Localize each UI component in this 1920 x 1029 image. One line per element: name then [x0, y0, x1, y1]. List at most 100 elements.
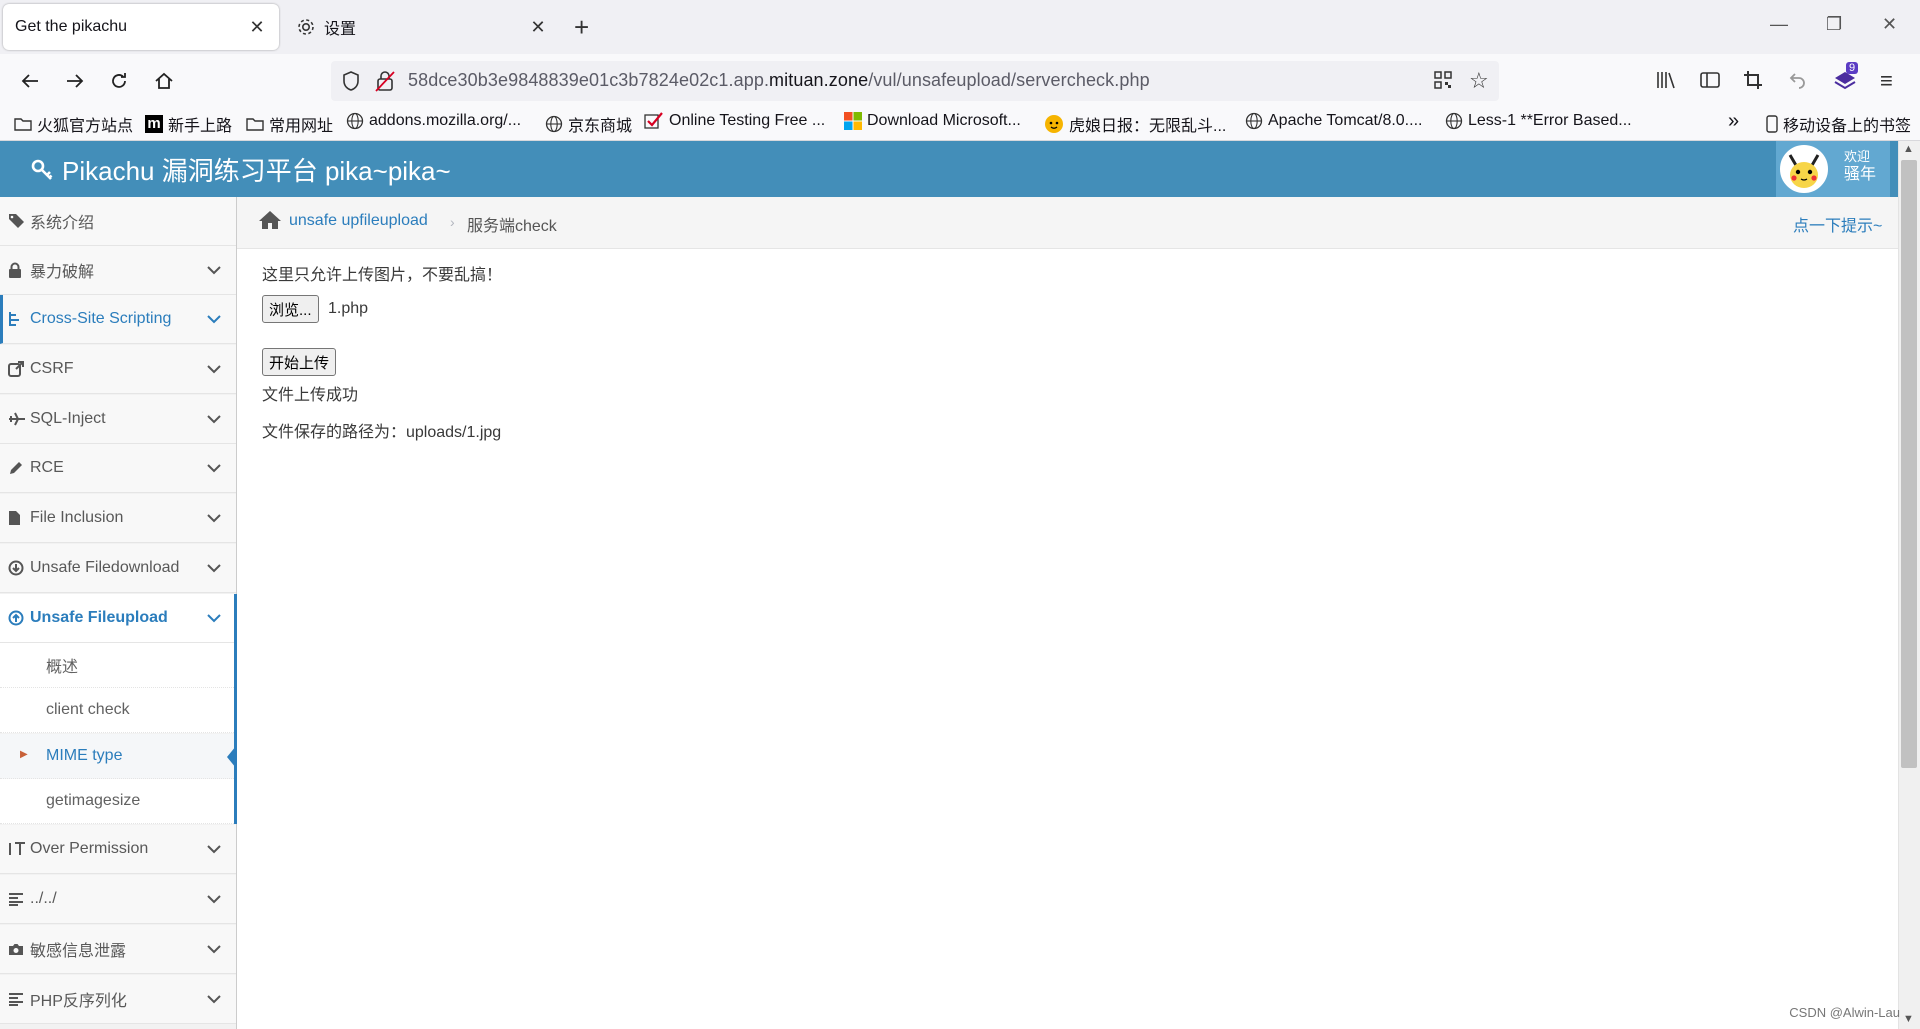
avatar[interactable] [1780, 145, 1828, 193]
sidebar-item-label: CSRF [30, 360, 74, 377]
upload-icon [8, 610, 28, 626]
close-icon[interactable]: ✕ [528, 17, 548, 38]
bookmark-label: 京东商城 [568, 118, 633, 135]
bookmark-item[interactable]: Download Microsoft... [844, 112, 1021, 130]
menu-icon[interactable]: ≡ [1880, 68, 1893, 94]
folder-icon [14, 116, 32, 132]
sidebar-item-csrf[interactable]: CSRF [0, 345, 236, 394]
page-title[interactable]: Pikachu 漏洞练习平台 pika~pika~ [30, 151, 451, 188]
extension-icon[interactable]: 9 [1832, 62, 1859, 97]
tab-get-the-pikachu[interactable]: Get the pikachu ✕ [3, 4, 279, 50]
scrollbar-thumb[interactable] [1901, 160, 1917, 768]
scroll-down-icon[interactable]: ▼ [1903, 1013, 1914, 1025]
breadcrumb-link[interactable]: unsafe upfileupload [289, 212, 428, 230]
microsoft-icon [844, 112, 862, 130]
restore-icon[interactable]: ❐ [1826, 14, 1842, 35]
sidebar-item-rce[interactable]: RCE [0, 444, 236, 493]
tab-bar: Get the pikachu ✕ 设置 ✕ + — ❐ ✕ [0, 0, 1920, 54]
sidebar-item-intro[interactable]: 系统介绍 [0, 197, 236, 246]
sidebar-item-dir-traversal[interactable]: ../../ [0, 875, 236, 924]
bookmark-item[interactable]: 火狐官方站点 [14, 112, 133, 136]
mobile-icon [1766, 115, 1778, 133]
chevron-down-icon [204, 844, 224, 854]
sidebar-toggle-icon[interactable] [1699, 70, 1721, 95]
upload-result: 文件上传成功 [262, 387, 359, 404]
insecure-lock-icon[interactable] [375, 70, 395, 97]
plane-icon [8, 412, 28, 426]
user-name: 骚年 [1844, 166, 1877, 183]
sidebar-item-brute-force[interactable]: 暴力破解 [0, 246, 236, 295]
star-icon[interactable]: ☆ [1469, 68, 1489, 94]
bookmark-label: Download Microsoft... [867, 112, 1021, 129]
submenu-item-client-check[interactable]: client check [0, 688, 236, 733]
bookmark-item[interactable]: Online Testing Free ... [644, 112, 825, 130]
bookmark-label: 常用网址 [269, 118, 334, 135]
bookmark-item[interactable]: 常用网址 [246, 112, 333, 136]
sidebar-item-label: 暴力破解 [30, 264, 95, 281]
bookmark-item[interactable]: m 新手上路 [145, 112, 232, 136]
pencil-icon [8, 460, 28, 476]
chevron-down-icon [204, 364, 224, 374]
text-height-icon [8, 841, 28, 857]
shield-icon[interactable] [340, 70, 362, 97]
bookmark-item[interactable]: 京东商城 [545, 112, 632, 136]
bookmark-item[interactable]: Apache Tomcat/8.0.... [1245, 112, 1422, 130]
breadcrumb-current: 服务端check [467, 218, 557, 235]
close-icon[interactable]: ✕ [247, 17, 267, 38]
sidebar-item-unsafe-fileupload[interactable]: Unsafe Fileupload [0, 594, 236, 643]
file-icon [8, 510, 28, 526]
sidebar-item-xss[interactable]: Cross-Site Scripting [0, 295, 236, 344]
selected-file-name: 1.php [328, 300, 369, 317]
submenu-item-getimagesize[interactable]: getimagesize [0, 779, 236, 824]
new-tab-button[interactable]: + [574, 12, 589, 42]
url-path: /vul/unsafeupload/servercheck.php [868, 70, 1150, 90]
upload-button[interactable]: 开始上传 [262, 348, 337, 376]
chevron-right-icon[interactable]: » [1728, 110, 1739, 133]
sidebar-item-label: Unsafe Filedownload [30, 559, 180, 576]
breadcrumb-separator: › [450, 214, 455, 230]
sidebar-item-label: Unsafe Fileupload [30, 609, 168, 626]
submenu-item-label: MIME type [46, 747, 123, 764]
bookmark-item[interactable]: addons.mozilla.org/... [346, 112, 521, 130]
bookmark-item[interactable]: 虎娘日报：无限乱斗... [1044, 112, 1226, 136]
forward-button[interactable] [62, 68, 88, 94]
watermark: CSDN @Alwin-Lau [1789, 1005, 1900, 1020]
url-domain: mituan.zone [769, 70, 869, 90]
home-button[interactable] [151, 68, 177, 94]
sidebar-item-label: SQL-Inject [30, 410, 106, 427]
minimize-icon[interactable]: — [1770, 14, 1788, 35]
home-icon[interactable] [258, 210, 282, 235]
browse-button[interactable]: 浏览... [262, 295, 319, 323]
user-info[interactable]: 欢迎 骚年 [1844, 148, 1876, 184]
qr-code-icon[interactable] [1433, 70, 1453, 95]
lock-icon [8, 262, 28, 278]
back-button[interactable] [17, 68, 43, 94]
sidebar-item-over-permission[interactable]: Over Permission [0, 825, 236, 874]
sidebar-item-info-leak[interactable]: 敏感信息泄露 [0, 925, 236, 974]
mobile-bookmarks[interactable]: 移动设备上的书签 [1766, 112, 1911, 136]
page-title-text: Pikachu 漏洞练习平台 pika~pika~ [62, 156, 451, 186]
sidebar-item-php-unserialize[interactable]: PHP反序列化 [0, 975, 236, 1024]
reload-button[interactable] [106, 68, 132, 94]
crop-icon[interactable] [1743, 70, 1763, 95]
scroll-up-icon[interactable]: ▲ [1903, 143, 1914, 155]
undo-icon[interactable] [1787, 70, 1807, 95]
sidebar-item-sql-inject[interactable]: SQL-Inject [0, 395, 236, 444]
hint-link[interactable]: 点一下提示~ [1793, 212, 1882, 236]
url-text[interactable]: 58dce30b3e9848839e01c3b7824e02c1.app.mit… [408, 70, 1150, 91]
sidebar-item-label: Over Permission [30, 840, 149, 857]
chevron-down-icon [204, 613, 224, 623]
sidebar-item-unsafe-filedownload[interactable]: Unsafe Filedownload [0, 544, 236, 593]
mobile-bookmarks-label: 移动设备上的书签 [1783, 118, 1912, 135]
submenu-item-overview[interactable]: 概述 [0, 643, 236, 688]
close-window-icon[interactable]: ✕ [1882, 14, 1897, 35]
bookmark-item[interactable]: Less-1 **Error Based... [1445, 112, 1632, 130]
submenu-item-mime-type[interactable]: ▶ MIME type [0, 734, 236, 779]
tab-settings[interactable]: 设置 ✕ [284, 4, 560, 50]
bookmark-label: Online Testing Free ... [669, 112, 826, 129]
sidebar-item-file-inclusion[interactable]: File Inclusion [0, 494, 236, 543]
bookmark-label: Less-1 **Error Based... [1468, 112, 1632, 129]
library-icon[interactable] [1655, 70, 1677, 95]
sidebar-item-label: Cross-Site Scripting [30, 310, 172, 327]
tags-icon [8, 213, 28, 229]
